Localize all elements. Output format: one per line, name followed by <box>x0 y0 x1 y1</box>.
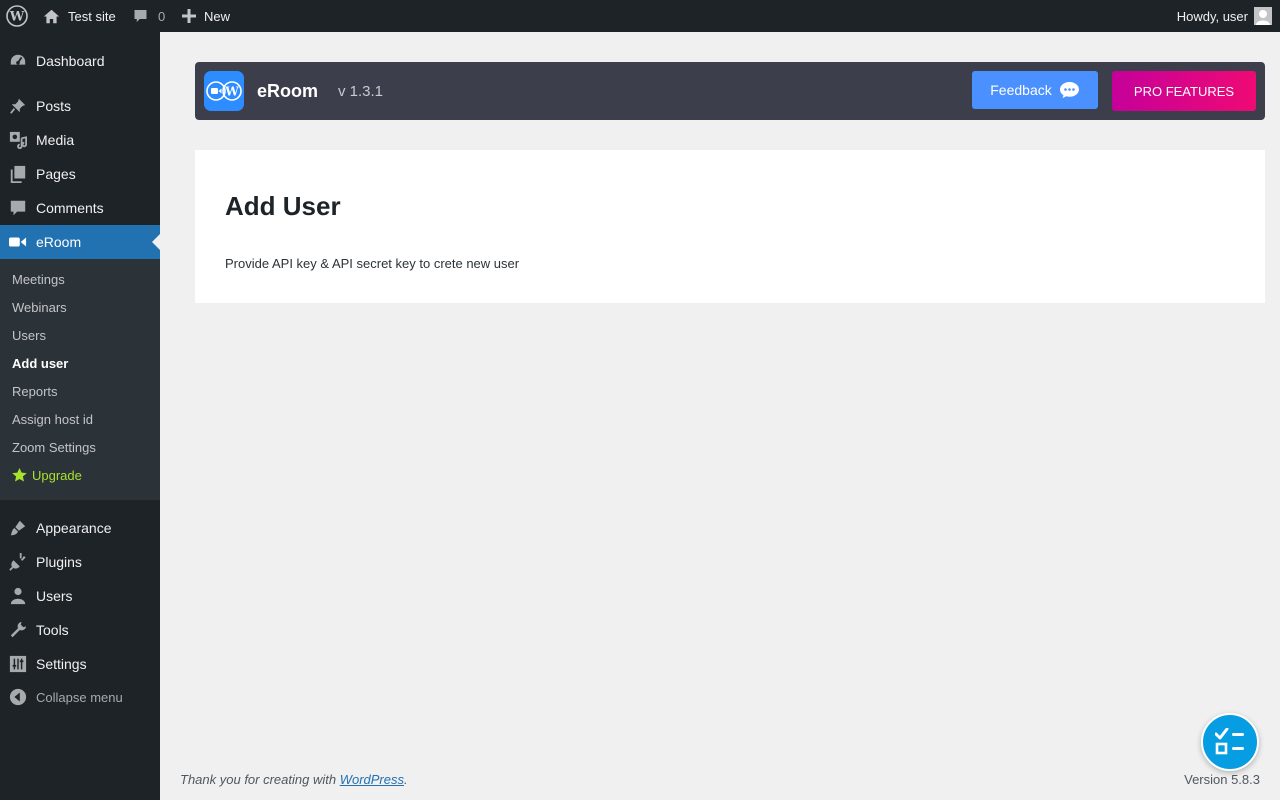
submenu-item-label: Upgrade <box>32 467 82 483</box>
comments-count: 0 <box>158 8 166 24</box>
sidebar-item-users[interactable]: Users <box>0 579 160 613</box>
submenu-item-meetings[interactable]: Meetings <box>12 269 65 289</box>
sidebar-item-label: Settings <box>36 656 87 672</box>
pin-icon <box>0 97 36 115</box>
sidebar-item-dashboard[interactable]: Dashboard <box>0 44 160 78</box>
sidebar-item-label: Tools <box>36 622 69 638</box>
wordpress-logo-icon[interactable]: W <box>6 0 28 32</box>
home-icon <box>43 9 60 23</box>
new-content-link[interactable]: New <box>182 0 230 32</box>
chat-bubble-icon <box>1059 82 1079 98</box>
sidebar-item-label: Pages <box>36 166 76 182</box>
sidebar-item-label: Dashboard <box>36 53 105 69</box>
sidebar-item-plugins[interactable]: Plugins <box>0 545 160 579</box>
footer-thanks-prefix: Thank you for creating with <box>180 772 340 787</box>
eroom-logo-icon: W <box>204 71 244 111</box>
settings-icon <box>0 655 36 673</box>
collapse-menu-label: Collapse menu <box>36 689 123 705</box>
footer-thanks: Thank you for creating with WordPress. <box>180 772 408 787</box>
footer-version: Version 5.8.3 <box>1184 772 1260 787</box>
submenu-item-zoom-settings[interactable]: Zoom Settings <box>12 437 96 457</box>
sidebar-item-comments[interactable]: Comments <box>0 191 160 225</box>
comment-icon <box>0 199 36 217</box>
new-label: New <box>204 8 231 24</box>
star-icon <box>12 468 27 482</box>
sidebar-item-label: Plugins <box>36 554 82 570</box>
submenu-item-users[interactable]: Users <box>12 325 46 345</box>
sidebar-item-appearance[interactable]: Appearance <box>0 511 160 545</box>
feedback-label: Feedback <box>990 82 1052 98</box>
sidebar-item-label: Media <box>36 132 75 148</box>
sidebar-item-posts[interactable]: Posts <box>0 89 160 123</box>
howdy-text: Howdy, user <box>1176 8 1248 24</box>
sidebar-item-label: Posts <box>36 98 72 114</box>
submenu-item-reports[interactable]: Reports <box>12 381 58 401</box>
add-user-panel: Add User Provide API key & API secret ke… <box>195 150 1265 303</box>
page-title: Add User <box>225 191 341 221</box>
sidebar-item-pages[interactable]: Pages <box>0 157 160 191</box>
sidebar-item-media[interactable]: Media <box>0 123 160 157</box>
account-menu[interactable]: Howdy, user <box>1177 0 1272 32</box>
video-camera-icon <box>0 235 36 249</box>
checklist-fab-button[interactable] <box>1201 713 1259 771</box>
wordpress-link[interactable]: WordPress <box>340 772 404 787</box>
plugin-name: eRoom <box>257 81 319 101</box>
sidebar-item-eroom[interactable]: eRoom <box>0 225 160 259</box>
eroom-submenu: Meetings Webinars Users Add user Reports… <box>0 259 160 500</box>
plugin-header: W eRoom v 1.3.1 Feedback PRO FEATURES <box>195 62 1265 120</box>
plugin-version: v 1.3.1 <box>338 83 384 100</box>
media-icon <box>0 131 36 149</box>
collapse-menu-button[interactable]: Collapse menu <box>0 680 160 714</box>
admin-bar: W Test site 0 New Howdy, user <box>0 0 1280 32</box>
feedback-button[interactable]: Feedback <box>972 71 1098 109</box>
plugin-icon <box>0 553 36 571</box>
sidebar-item-label: Appearance <box>36 520 112 536</box>
paintbrush-icon <box>0 519 36 537</box>
submenu-item-add-user[interactable]: Add user <box>12 353 68 373</box>
submenu-item-upgrade[interactable]: Upgrade <box>12 465 82 485</box>
submenu-item-webinars[interactable]: Webinars <box>12 297 67 317</box>
pages-icon <box>0 165 36 183</box>
footer-thanks-suffix: . <box>404 772 408 787</box>
sidebar-item-label: Users <box>36 588 73 604</box>
avatar <box>1254 7 1272 25</box>
pro-features-button[interactable]: PRO FEATURES <box>1112 71 1256 111</box>
page-description: Provide API key & API secret key to cret… <box>225 256 520 271</box>
admin-sidebar: Dashboard Posts Media Pages Comments eRo… <box>0 32 160 800</box>
site-name-link[interactable]: Test site <box>43 0 116 32</box>
svg-text:W: W <box>224 85 239 99</box>
sidebar-item-label: eRoom <box>36 234 82 250</box>
site-name: Test site <box>68 8 116 24</box>
user-icon <box>0 587 36 605</box>
collapse-icon <box>0 688 36 706</box>
checklist-icon <box>1215 728 1244 755</box>
plus-icon <box>182 9 196 23</box>
comments-link[interactable]: 0 <box>133 0 165 32</box>
sidebar-item-settings[interactable]: Settings <box>0 647 160 681</box>
wrench-icon <box>0 621 36 639</box>
dashboard-icon <box>0 52 36 70</box>
submenu-item-assign-host-id[interactable]: Assign host id <box>12 409 93 429</box>
sidebar-item-label: Comments <box>36 200 104 216</box>
comment-icon <box>134 10 147 22</box>
svg-text:W: W <box>9 10 25 25</box>
sidebar-item-tools[interactable]: Tools <box>0 613 160 647</box>
